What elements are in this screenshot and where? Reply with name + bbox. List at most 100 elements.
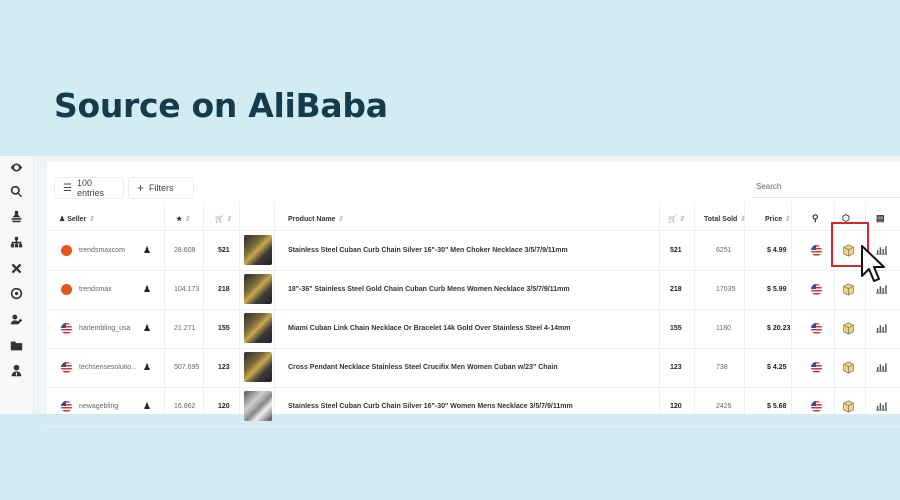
entries-label: 100 entries xyxy=(76,178,104,198)
seller-rating: 104.173 xyxy=(174,285,200,293)
tools-icon[interactable] xyxy=(9,261,23,275)
us-flag-icon xyxy=(61,400,72,412)
cart-count: 120 xyxy=(218,402,230,410)
filters-button[interactable]: + Filters xyxy=(128,177,194,199)
us-flag-icon xyxy=(811,230,822,270)
seller-rating: 16.862 xyxy=(174,402,196,410)
table-row[interactable]: trendsmax ♟ 104.173 218 18"-36" Stainless St… xyxy=(47,269,900,310)
user-edit-icon[interactable] xyxy=(9,312,23,326)
folder-icon[interactable] xyxy=(9,338,23,352)
us-flag-icon xyxy=(61,322,72,334)
table-row[interactable]: trendsmaxcom ♟ 28.608 521 Stainless Steel Cu… xyxy=(47,230,900,271)
stamp-icon: ♟ xyxy=(143,244,152,255)
total-sold: 6251 xyxy=(716,246,732,254)
alibaba-box-icon[interactable] xyxy=(842,347,855,387)
search-icon[interactable] xyxy=(9,184,23,198)
product-name[interactable]: 18"-36" Stainless Steel Gold Chain Cuban… xyxy=(288,269,570,309)
seller-rating: 507.695 xyxy=(174,363,200,371)
sidebar xyxy=(0,156,34,414)
us-flag-icon xyxy=(811,347,822,387)
product-thumbnail[interactable] xyxy=(244,386,272,426)
stamp-icon: ♟ xyxy=(143,283,152,294)
cart-count: 218 xyxy=(218,285,230,293)
cart-count: 521 xyxy=(218,246,230,254)
cart-icon: 🛒 xyxy=(668,216,677,223)
seller-name[interactable]: harlembling_usa xyxy=(79,325,130,332)
bar-chart-icon[interactable] xyxy=(876,347,887,387)
seller-cell[interactable]: trendsmax xyxy=(61,269,112,309)
results-panel: ☰ 100 entries + Filters ♟ Seller⇕ ★⇕ 🛒⇕ … xyxy=(47,162,900,427)
quantity: 521 xyxy=(670,246,682,254)
total-sold: 17035 xyxy=(716,285,736,293)
us-flag-icon xyxy=(811,386,822,426)
header-total-sold[interactable]: Total Sold ⇕ xyxy=(704,215,745,223)
product-name[interactable]: Cross Pendant Necklace Stainless Steel C… xyxy=(288,347,558,387)
filters-label: Filters xyxy=(149,183,174,193)
seller-name[interactable]: newagebling xyxy=(79,403,118,410)
seller-name[interactable]: techsensesolutio... xyxy=(79,364,137,371)
sitemap-icon[interactable] xyxy=(9,235,23,249)
cart-count: 123 xyxy=(218,363,230,371)
product-thumbnail[interactable] xyxy=(244,308,272,348)
seller-rating: 21.271 xyxy=(174,324,196,332)
table-row[interactable]: harlembling_usa ♟ 21.271 155 Miami Cuban Lin… xyxy=(47,308,900,349)
chart-icon: ▤ xyxy=(876,213,885,223)
price: $ 4.25 xyxy=(767,363,787,371)
product-thumbnail[interactable] xyxy=(244,347,272,387)
location-pin-icon: ⚲ xyxy=(812,213,819,223)
quantity: 123 xyxy=(670,363,682,371)
product-name[interactable]: Miami Cuban Link Chain Necklace Or Brace… xyxy=(288,308,570,348)
stamp-icon: ♟ xyxy=(143,322,152,333)
seller-cell[interactable]: techsensesolutio... xyxy=(61,347,137,387)
product-name[interactable]: Stainless Steel Cuban Curb Chain Silver … xyxy=(288,230,568,270)
price: $ 20.23 xyxy=(767,324,791,332)
quantity: 218 xyxy=(670,285,682,293)
table-row[interactable]: newagebling ♟ 16.862 120 Stainless Steel Cub… xyxy=(47,386,900,427)
list-icon: ☰ xyxy=(63,182,72,194)
eye-icon[interactable] xyxy=(9,160,23,174)
page-heading: Source on AliBaba xyxy=(54,86,388,125)
header-price[interactable]: Price ⇕ xyxy=(765,215,790,223)
seller-flag-icon xyxy=(61,244,72,256)
bar-chart-icon[interactable] xyxy=(876,386,887,426)
seller-name[interactable]: trendsmaxcom xyxy=(79,247,125,254)
header-qty[interactable]: 🛒 ⇕ xyxy=(668,215,685,223)
star-icon: ★ xyxy=(176,216,183,223)
cart-icon: 🛒 xyxy=(215,216,224,223)
product-thumbnail[interactable] xyxy=(244,269,272,309)
seller-flag-icon xyxy=(61,283,72,295)
header-cart[interactable]: 🛒 ⇕ xyxy=(215,215,232,223)
app-window: ☰ 100 entries + Filters ♟ Seller⇕ ★⇕ 🛒⇕ … xyxy=(0,156,900,427)
seller-cell[interactable]: newagebling xyxy=(61,386,118,426)
total-sold: 2425 xyxy=(716,402,732,410)
us-flag-icon xyxy=(61,361,72,373)
table-row[interactable]: techsensesolutio... ♟ 507.695 123 Cross Pend… xyxy=(47,347,900,388)
seller-name[interactable]: trendsmax xyxy=(79,286,112,293)
quantity: 155 xyxy=(670,324,682,332)
product-thumbnail[interactable] xyxy=(244,230,272,270)
target-icon[interactable] xyxy=(9,286,23,300)
header-seller[interactable]: ♟ Seller ⇕ xyxy=(59,215,94,223)
bar-chart-icon[interactable] xyxy=(876,308,887,348)
stamp-icon: ♟ xyxy=(143,361,152,372)
product-name[interactable]: Stainless Steel Cuban Curb Chain Silver … xyxy=(288,386,573,426)
us-flag-icon xyxy=(811,308,822,348)
alibaba-box-icon[interactable] xyxy=(842,269,855,309)
mouse-cursor-icon xyxy=(861,245,885,282)
stamp-icon[interactable] xyxy=(9,209,23,223)
stamp-icon: ♟ xyxy=(143,400,152,411)
price: $ 4.99 xyxy=(767,246,787,254)
search-input[interactable] xyxy=(752,175,900,198)
alibaba-box-icon[interactable] xyxy=(842,308,855,348)
quantity: 120 xyxy=(670,402,682,410)
total-sold: 1180 xyxy=(716,324,732,332)
alibaba-box-icon[interactable] xyxy=(842,386,855,426)
seller-cell[interactable]: trendsmaxcom xyxy=(61,230,125,270)
total-sold: 738 xyxy=(716,363,728,371)
header-product-name[interactable]: Product Name ⇕ xyxy=(288,215,343,223)
seller-cell[interactable]: harlembling_usa xyxy=(61,308,130,348)
header-rating[interactable]: ★ ⇕ xyxy=(176,215,190,223)
user-tie-icon[interactable] xyxy=(9,363,23,377)
entries-button[interactable]: ☰ 100 entries xyxy=(54,177,124,199)
price: $ 5.99 xyxy=(767,285,787,293)
